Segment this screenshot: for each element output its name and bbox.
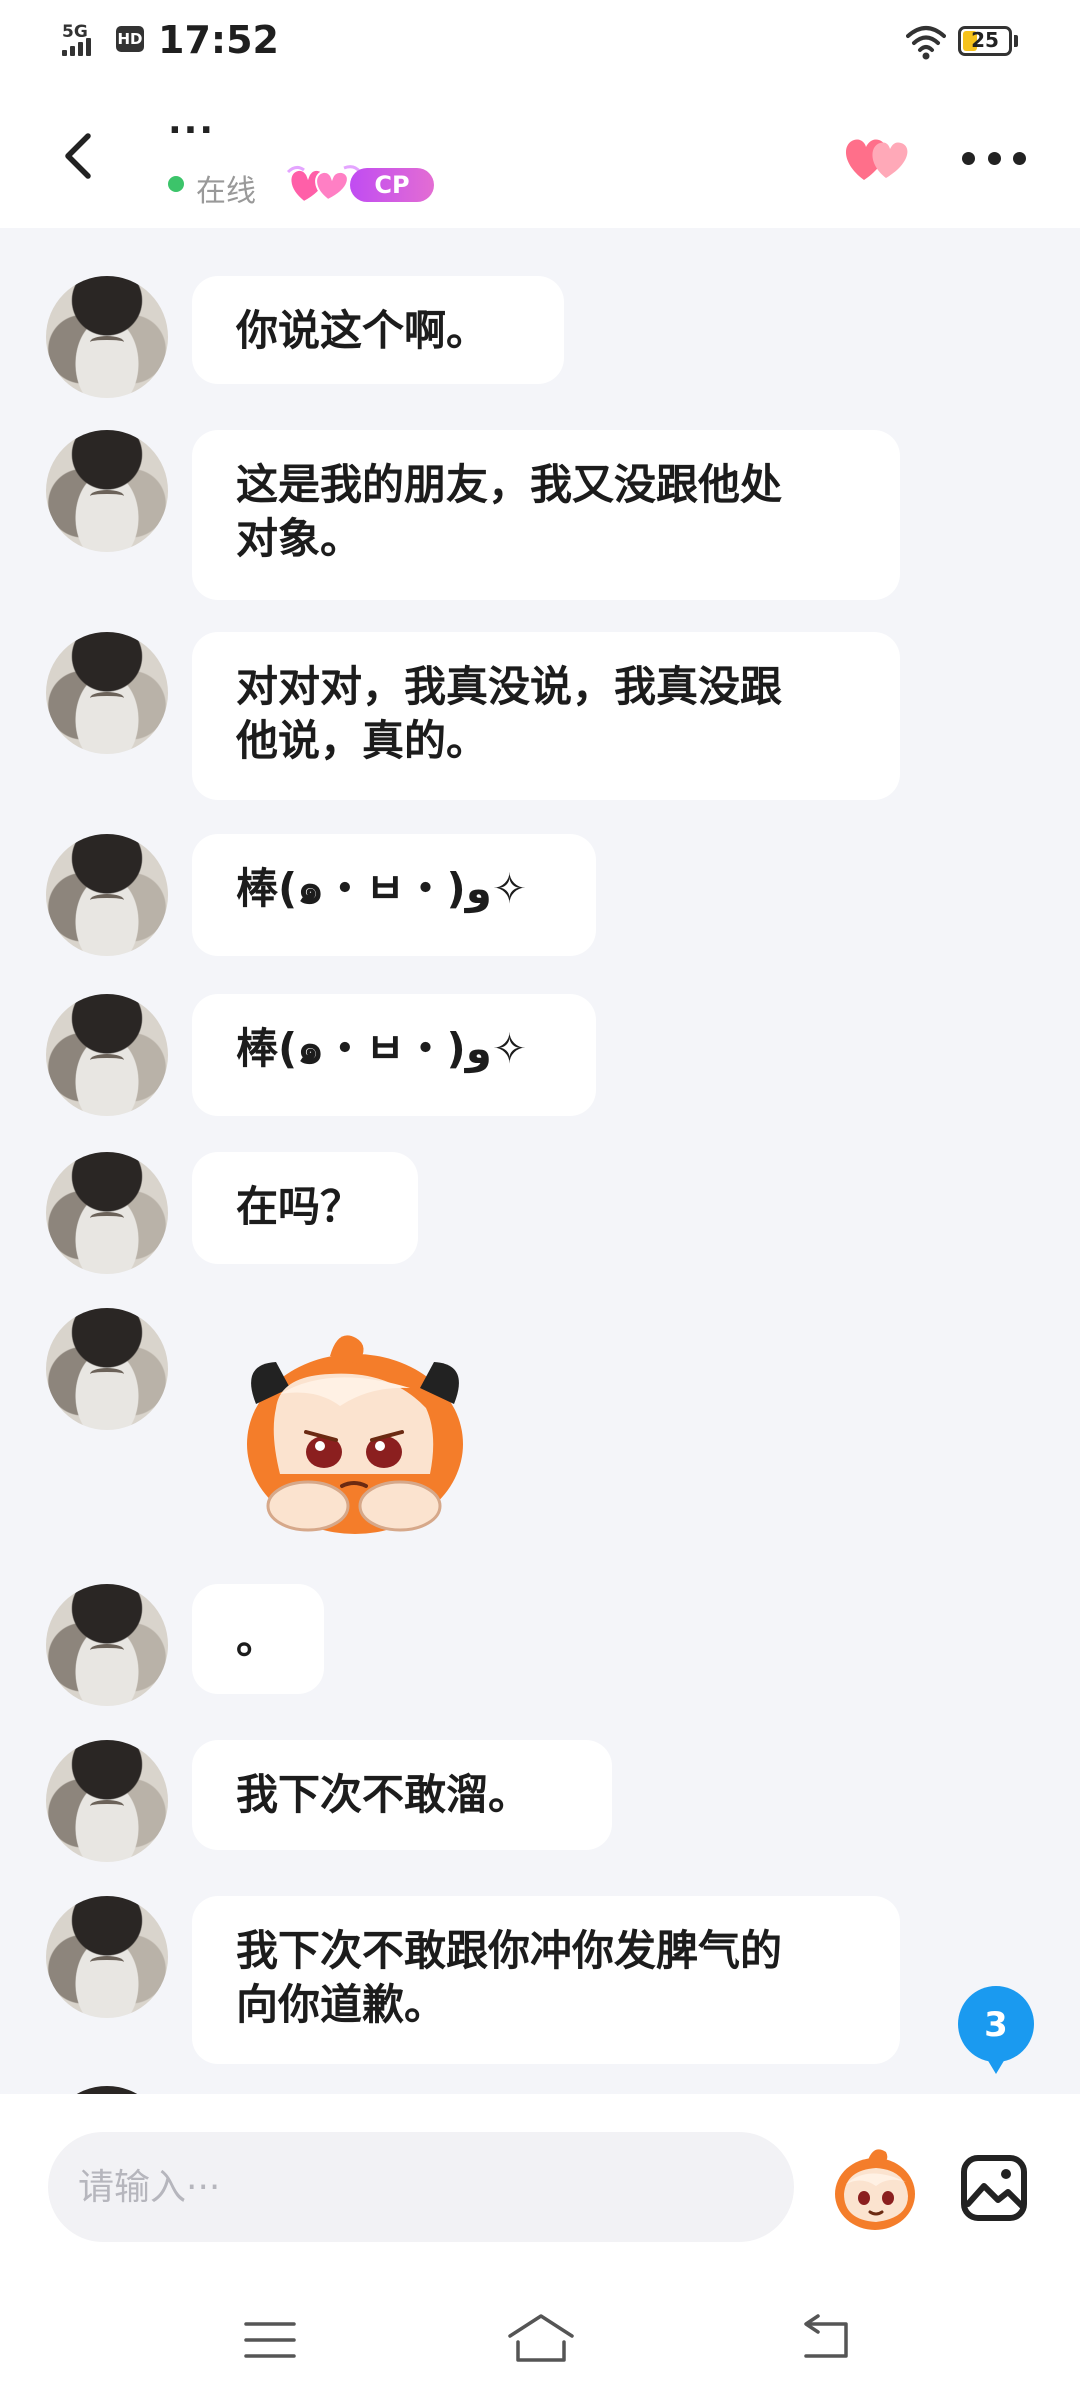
message-bubble[interactable]: 对对对，我真没说，我真没跟 他说，真的。	[192, 632, 900, 800]
message-bubble[interactable]: 这是我的朋友，我又没跟他处 对象。	[192, 430, 900, 600]
battery-tip	[1014, 35, 1018, 47]
message-list[interactable]: 你说这个啊。 这是我的朋友，我又没跟他处 对象。 对对对，我真没说，我真没跟 他…	[0, 228, 1080, 2094]
avatar[interactable]	[46, 1896, 168, 2018]
battery-level: 25	[971, 28, 999, 52]
avatar[interactable]	[46, 430, 168, 552]
home-icon[interactable]	[506, 2312, 576, 2364]
cp-label: CP	[350, 168, 434, 202]
avatar[interactable]	[46, 276, 168, 398]
avatar[interactable]	[46, 2086, 168, 2094]
online-status-dot	[168, 176, 184, 192]
cp-badge[interactable]: CP	[284, 162, 434, 206]
more-icon[interactable]	[962, 146, 1026, 170]
message-composer	[0, 2094, 1080, 2264]
wifi-icon	[906, 26, 946, 60]
clock: 17:52	[158, 18, 279, 62]
avatar[interactable]	[46, 1152, 168, 1274]
message-input[interactable]	[48, 2132, 794, 2242]
avatar[interactable]	[46, 1584, 168, 1706]
avatar[interactable]	[46, 1308, 168, 1430]
back-icon[interactable]	[52, 126, 112, 186]
avatar[interactable]	[46, 1740, 168, 1862]
sad-orange-hair-girl-sticker[interactable]	[220, 1324, 490, 1554]
hd-badge: HD	[116, 26, 144, 52]
online-status-label: 在线	[196, 174, 256, 209]
message-bubble[interactable]: 棒(๑・ㅂ・)و✧	[192, 994, 596, 1116]
menu-icon[interactable]	[244, 2320, 296, 2360]
status-bar: 5G HD 17:52 25	[0, 0, 1080, 80]
unread-messages-badge[interactable]: 3	[956, 1984, 1036, 2080]
message-bubble[interactable]: 在吗？	[192, 1152, 418, 1264]
unread-count: 3	[984, 2005, 1008, 2045]
avatar[interactable]	[46, 994, 168, 1116]
signal-icon	[62, 38, 91, 56]
message-bubble[interactable]: 棒(๑・ㅂ・)و✧	[192, 834, 596, 956]
avatar[interactable]	[46, 632, 168, 754]
image-icon[interactable]	[960, 2154, 1028, 2222]
return-icon[interactable]	[796, 2314, 852, 2360]
message-bubble[interactable]: 。	[192, 1584, 324, 1694]
contact-name[interactable]: ···	[168, 110, 215, 151]
avatar[interactable]	[46, 834, 168, 956]
heart-icon[interactable]	[836, 128, 916, 188]
chat-header: ··· 在线 CP	[0, 80, 1080, 228]
emoji-sticker-icon[interactable]	[828, 2142, 922, 2236]
battery-icon: 25	[958, 26, 1012, 56]
message-bubble[interactable]: 你说这个啊。	[192, 276, 564, 384]
message-bubble[interactable]: 我下次不敢跟你冲你发脾气的 向你道歉。	[192, 1896, 900, 2064]
system-navigation-bar	[0, 2264, 1080, 2408]
message-bubble[interactable]: 我下次不敢溜。	[192, 1740, 612, 1850]
